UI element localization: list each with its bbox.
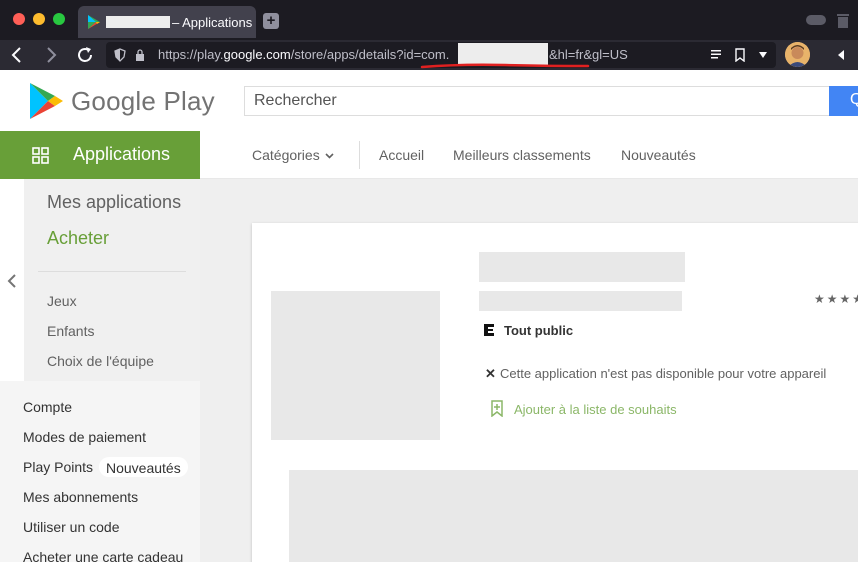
minimize-window-button[interactable]: [33, 13, 45, 25]
chevron-down-icon: [325, 153, 334, 159]
top-charts-link[interactable]: Meilleurs classements: [453, 147, 591, 163]
subnav-divider: [359, 141, 360, 169]
store-header: Google Play Q: [0, 70, 858, 131]
applications-label: Applications: [73, 144, 171, 164]
search-box: [244, 86, 830, 116]
maximize-window-button[interactable]: [53, 13, 65, 25]
url-text: https://play.google.com/store/apps/detai…: [158, 47, 449, 62]
applications-tab[interactable]: Applications: [0, 131, 200, 179]
google-play-logo-icon[interactable]: [28, 82, 64, 120]
store-logo-text[interactable]: Google Play: [71, 86, 215, 117]
home-link[interactable]: Accueil: [379, 147, 424, 163]
sidebar-item-subscriptions[interactable]: Mes abonnements: [23, 489, 138, 505]
close-window-button[interactable]: [13, 13, 25, 25]
app-title-placeholder: [479, 252, 685, 282]
avatar-face-icon: [785, 42, 810, 67]
sidebar-item-games[interactable]: Jeux: [47, 293, 77, 309]
rating-stars: ★★★★: [814, 292, 858, 306]
reload-icon[interactable]: [74, 44, 96, 66]
chevron-down-icon[interactable]: [758, 51, 768, 59]
app-icon-placeholder: [271, 291, 440, 440]
browser-tab[interactable]: – Applications: [78, 6, 256, 38]
sidebar-item-kids[interactable]: Enfants: [47, 323, 94, 339]
web-page: Google Play Q Applications Catégories Ac…: [0, 70, 858, 562]
add-to-wishlist-button[interactable]: Ajouter à la liste de souhaits: [514, 402, 677, 417]
search-button[interactable]: Q: [829, 86, 858, 116]
sidebar-item-my-apps[interactable]: Mes applications: [47, 192, 181, 213]
tab-title: – Applications: [172, 15, 252, 30]
category-subnav: Catégories Accueil Meilleurs classements…: [200, 131, 858, 179]
sidebar-item-redeem[interactable]: Utiliser un code: [23, 519, 120, 535]
play-store-favicon-icon: [88, 15, 100, 29]
browser-titlebar: – Applications +: [0, 0, 858, 40]
sidebar-item-editors-choice[interactable]: Choix de l'équipe: [47, 353, 154, 369]
chevron-left-icon[interactable]: [7, 273, 17, 289]
app-details-card: ★★★★ Tout public ✕ Cette application n'e…: [252, 223, 858, 562]
url-prefix: https://play.: [158, 47, 224, 62]
back-icon[interactable]: [6, 44, 28, 66]
app-screenshots-placeholder: [289, 470, 858, 562]
esrb-everyone-icon: [484, 324, 494, 336]
bookmark-plus-icon[interactable]: [490, 400, 504, 417]
more-icon[interactable]: [836, 49, 846, 61]
url-domain: google.com: [223, 47, 291, 62]
reader-icon[interactable]: [710, 49, 722, 61]
sidebar-item-buy-gift-card[interactable]: Acheter une carte cadeau: [23, 549, 183, 562]
sidebar-item-payment-methods[interactable]: Modes de paiement: [23, 429, 146, 445]
search-input[interactable]: [245, 87, 829, 115]
cloud-icon[interactable]: [806, 15, 826, 25]
sidebar-divider: [38, 271, 186, 272]
search-icon: Q: [850, 91, 858, 108]
categories-label: Catégories: [252, 147, 320, 163]
unavailable-message: Cette application n'est pas disponible p…: [500, 366, 827, 381]
content-rating: Tout public: [504, 323, 574, 338]
apps-grid-icon: [32, 147, 49, 164]
categories-dropdown[interactable]: Catégories: [252, 147, 334, 163]
sidebar-item-play-points[interactable]: Play Points: [23, 459, 93, 475]
new-releases-link[interactable]: Nouveautés: [621, 147, 696, 163]
trash-icon[interactable]: [836, 12, 850, 28]
app-developer-placeholder: [479, 291, 682, 311]
avatar[interactable]: [785, 42, 810, 67]
sidebar-item-shop[interactable]: Acheter: [47, 228, 109, 249]
bookmark-icon[interactable]: [734, 48, 746, 62]
redacted-tab-title: [106, 16, 170, 28]
forward-icon[interactable]: [40, 44, 62, 66]
lock-icon[interactable]: [134, 48, 146, 62]
unavailable-icon: ✕: [485, 366, 496, 381]
new-badge: Nouveautés: [99, 457, 188, 477]
url-suffix: &hl=fr&gl=US: [549, 47, 628, 62]
new-tab-button[interactable]: +: [263, 13, 279, 29]
sidebar-item-account[interactable]: Compte: [23, 399, 72, 415]
shield-icon[interactable]: [114, 48, 126, 62]
url-path: /store/apps/details?id=com.: [290, 47, 450, 62]
